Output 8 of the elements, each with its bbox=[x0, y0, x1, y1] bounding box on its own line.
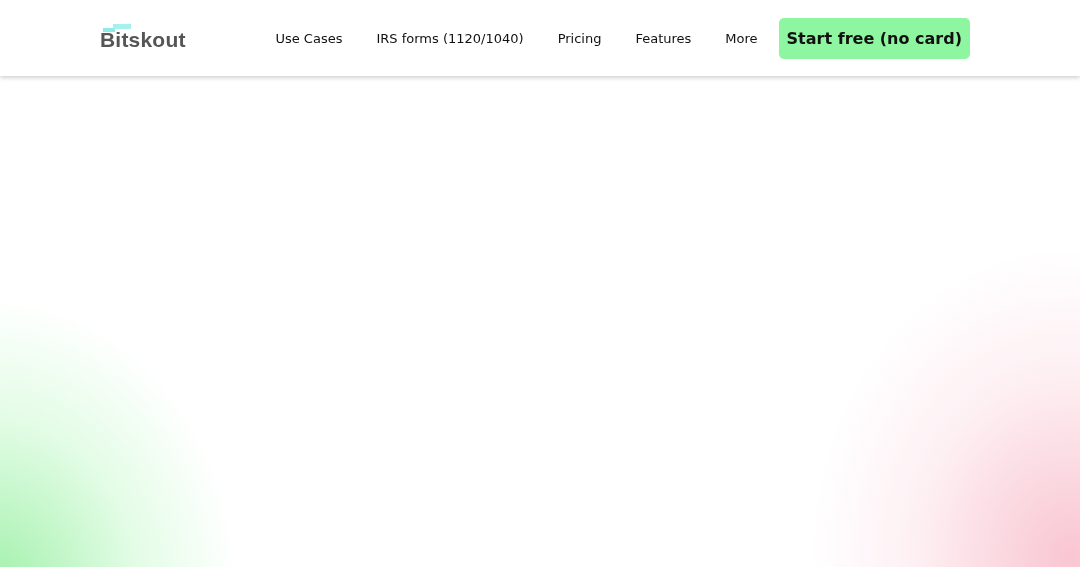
nav-link[interactable]: Pricing bbox=[540, 30, 619, 46]
start-free-button[interactable]: Start free (no card) bbox=[778, 17, 970, 59]
logo[interactable]: Bitskout bbox=[100, 24, 186, 52]
nav-link[interactable]: Features bbox=[618, 30, 709, 46]
nav-link[interactable]: More bbox=[708, 30, 775, 46]
logo-mark-icon bbox=[103, 24, 131, 32]
nav-link[interactable]: Use Cases bbox=[258, 30, 360, 46]
nav-link[interactable]: IRS forms (1120/1040) bbox=[359, 30, 541, 46]
